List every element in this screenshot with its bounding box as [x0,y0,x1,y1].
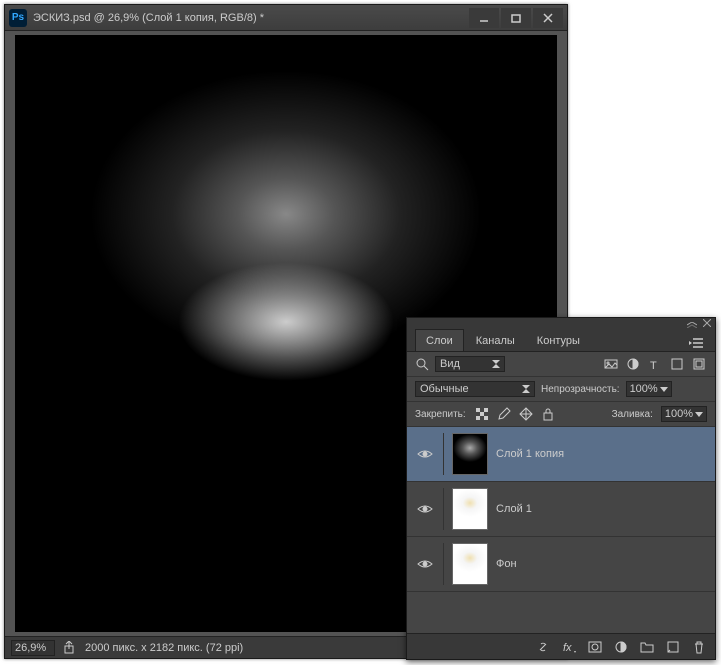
visibility-icon[interactable] [417,448,433,460]
filter-adjust-icon[interactable] [625,356,641,372]
layer-filter-row: Вид T [407,352,715,377]
layer-thumbnail[interactable] [452,488,488,530]
tab-paths[interactable]: Контуры [527,330,590,351]
tab-channels[interactable]: Каналы [466,330,525,351]
layer-thumbnail[interactable] [452,543,488,585]
layer-mask-icon[interactable] [587,639,603,655]
filter-pixel-icon[interactable] [603,356,619,372]
lock-transparency-icon[interactable] [474,406,490,422]
visibility-icon[interactable] [417,558,433,570]
layer-name[interactable]: Слой 1 [496,503,707,515]
link-layers-icon[interactable] [535,639,551,655]
adjustment-layer-icon[interactable] [613,639,629,655]
layer-row[interactable]: Слой 1 копия [407,427,715,482]
layer-thumbnail[interactable] [452,433,488,475]
lock-label: Закрепить: [415,409,466,420]
new-layer-icon[interactable] [665,639,681,655]
search-icon[interactable] [415,357,429,371]
filter-kind-select[interactable]: Вид [435,356,505,372]
panel-tabs: Слои Каналы Контуры [407,326,715,352]
blend-mode-select[interactable]: Обычные [415,381,535,397]
window-title: ЭСКИЗ.psd @ 26,9% (Слой 1 копия, RGB/8) … [33,12,469,24]
lock-all-icon[interactable] [540,406,556,422]
minimize-button[interactable] [469,8,499,28]
layers-panel: Слои Каналы Контуры Вид T Обычные Непроз… [406,317,716,660]
visibility-icon[interactable] [417,503,433,515]
tab-layers[interactable]: Слои [415,329,464,351]
fill-label: Заливка: [612,409,653,420]
layers-list: Слой 1 копия Слой 1 Фон [407,427,715,592]
share-icon[interactable] [63,641,77,655]
fill-input[interactable]: 100% [661,406,707,422]
filter-smart-icon[interactable] [691,356,707,372]
filter-type-icon[interactable]: T [647,356,663,372]
filter-shape-icon[interactable] [669,356,685,372]
layer-row[interactable]: Слой 1 [407,482,715,537]
opacity-input[interactable]: 100% [626,381,672,397]
layer-name[interactable]: Фон [496,558,707,570]
maximize-button[interactable] [501,8,531,28]
delete-icon[interactable] [691,639,707,655]
panel-drag-handle[interactable] [407,318,715,326]
layer-style-icon[interactable]: fx [561,639,577,655]
opacity-label: Непрозрачность: [541,384,620,395]
layer-row[interactable]: Фон [407,537,715,592]
titlebar[interactable]: Ps ЭСКИЗ.psd @ 26,9% (Слой 1 копия, RGB/… [5,5,567,31]
svg-text:T: T [650,360,657,371]
layer-name[interactable]: Слой 1 копия [496,448,707,460]
app-icon: Ps [9,9,27,27]
lock-row: Закрепить: Заливка: 100% [407,402,715,427]
group-icon[interactable] [639,639,655,655]
lock-position-icon[interactable] [518,406,534,422]
panel-footer: fx [407,633,715,659]
blend-row: Обычные Непрозрачность: 100% [407,377,715,402]
zoom-input[interactable]: 26,9% [11,640,55,656]
panel-menu-icon[interactable] [685,338,707,351]
collapse-icon[interactable] [687,319,697,325]
svg-text:fx: fx [563,642,572,654]
close-button[interactable] [533,8,563,28]
close-icon[interactable] [703,318,711,326]
lock-pixels-icon[interactable] [496,406,512,422]
